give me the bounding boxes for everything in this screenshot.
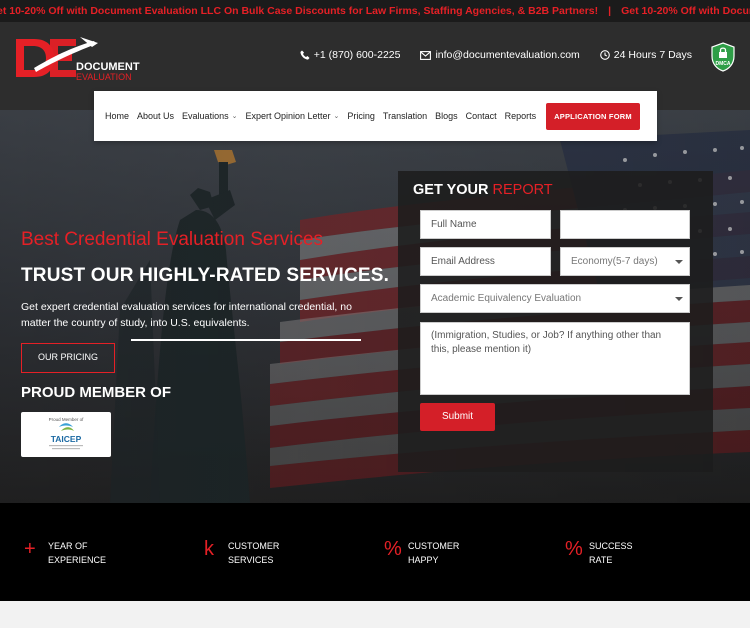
hero-divider bbox=[131, 339, 361, 341]
chevron-down-icon: ⌄ bbox=[231, 113, 238, 120]
stat-label-line: SUCCESS bbox=[589, 541, 633, 551]
evaluation-selected: Academic Equivalency Evaluation bbox=[431, 293, 582, 304]
stat-label-line: RATE bbox=[589, 555, 613, 565]
our-pricing-button[interactable]: OUR PRICING bbox=[21, 343, 115, 373]
nav-label: Evaluations bbox=[182, 111, 229, 121]
nav-reports[interactable]: Reports bbox=[505, 111, 537, 121]
phone-link[interactable]: +1 (870) 600-2225 bbox=[300, 49, 401, 61]
stats-bar: + YEAR OF EXPERIENCE k CUSTOMER SERVICES %… bbox=[0, 503, 750, 601]
hero-title: TRUST OUR HIGHLY-RATED SERVICES. bbox=[21, 265, 390, 286]
dmca-badge[interactable]: DMCA bbox=[711, 42, 735, 72]
hours-info: 24 Hours 7 Days bbox=[599, 49, 692, 61]
email-address: info@documentevaluation.com bbox=[435, 49, 580, 61]
nav-translation[interactable]: Translation bbox=[383, 111, 427, 121]
ticker-message: Get 10-20% Off with Document Evaluation … bbox=[621, 5, 750, 17]
nav-label: Contact bbox=[465, 111, 497, 121]
clock-icon bbox=[599, 50, 610, 60]
form-title-white: GET YOUR bbox=[413, 182, 489, 198]
stat-label: CUSTOMER SERVICES bbox=[228, 539, 279, 567]
stat-symbol: + bbox=[24, 538, 36, 560]
full-name-input[interactable]: Full Name bbox=[420, 210, 551, 239]
nav-label: About Us bbox=[137, 111, 175, 121]
ticker-message: et 10-20% Off with Document Evaluation L… bbox=[0, 5, 599, 17]
dmca-label: DMCA bbox=[716, 61, 731, 67]
stat-label-line: CUSTOMER bbox=[408, 541, 460, 551]
badge-name: TAICEP bbox=[51, 434, 82, 444]
turnaround-select[interactable]: Economy(5-7 days) bbox=[560, 247, 690, 276]
message-textarea[interactable]: (Immigration, Studies, or Job? If anythi… bbox=[420, 322, 690, 395]
chevron-down-icon: ⌄ bbox=[333, 113, 340, 120]
email-input[interactable]: Email Address bbox=[420, 247, 551, 276]
stat-symbol: % bbox=[384, 538, 402, 560]
turnaround-selected: Economy(5-7 days) bbox=[571, 256, 658, 267]
phone-icon bbox=[300, 50, 310, 60]
member-heading: PROUD MEMBER OF bbox=[21, 384, 171, 401]
application-form-button[interactable]: APPLICATION FORM bbox=[546, 102, 640, 130]
nav-expert-opinion-letter[interactable]: Expert Opinion Letter ⌄ bbox=[245, 111, 339, 121]
badge-caption: Proud Member of bbox=[49, 417, 85, 422]
form-title-red: REPORT bbox=[492, 182, 553, 198]
stat-label: SUCCESS RATE bbox=[589, 539, 633, 567]
nav-evaluations[interactable]: Evaluations ⌄ bbox=[182, 111, 237, 121]
hero-eyebrow: Best Credential Evaluation Services bbox=[21, 229, 324, 250]
nav-pricing[interactable]: Pricing bbox=[347, 111, 375, 121]
logo-text-bottom: EVALUATION bbox=[76, 72, 132, 81]
nav-label: Translation bbox=[382, 111, 428, 121]
stat-label: CUSTOMER HAPPY bbox=[408, 539, 459, 567]
nav-home[interactable]: Home bbox=[105, 111, 129, 121]
hero-section: Best Credential Evaluation Services TRUS… bbox=[0, 110, 750, 503]
submit-button[interactable]: Submit bbox=[420, 403, 495, 431]
nav-label: Home bbox=[105, 111, 130, 121]
email-link[interactable]: info@documentevaluation.com bbox=[420, 49, 580, 61]
nav-label: Expert Opinion Letter bbox=[245, 111, 331, 121]
taicep-member-badge[interactable]: Proud Member of TAICEP bbox=[21, 412, 111, 457]
hours-text: 24 Hours 7 Days bbox=[613, 49, 692, 61]
taicep-logo: Proud Member of TAICEP bbox=[49, 417, 85, 450]
ticker-separator: | bbox=[608, 5, 612, 17]
main-navigation: Home About Us Evaluations ⌄ Expert Opinio… bbox=[94, 91, 657, 141]
form-title: GET YOUR REPORT bbox=[413, 182, 553, 198]
nav-blogs[interactable]: Blogs bbox=[435, 111, 458, 121]
stat-symbol: % bbox=[565, 538, 583, 560]
stat-label-line: HAPPY bbox=[408, 555, 439, 565]
stat-success-rate: % SUCCESS RATE bbox=[565, 539, 633, 567]
stat-symbol: k bbox=[204, 538, 214, 560]
report-request-form: GET YOUR REPORT Full Name Email Address … bbox=[398, 171, 713, 472]
nav-label: Blogs bbox=[435, 111, 458, 121]
header-contacts: +1 (870) 600-2225 info@documentevaluatio… bbox=[280, 49, 692, 61]
stat-label-line: CUSTOMER bbox=[228, 541, 280, 551]
nav-contact[interactable]: Contact bbox=[466, 111, 497, 121]
nav-label: Pricing bbox=[347, 111, 375, 121]
promo-ticker: et 10-20% Off with Document Evaluation L… bbox=[0, 0, 750, 22]
stat-customer-services: k CUSTOMER SERVICES bbox=[204, 539, 279, 567]
site-logo[interactable]: DOCUMENT EVALUATION bbox=[14, 35, 144, 82]
stat-label-line: EXPERIENCE bbox=[48, 555, 107, 565]
second-input[interactable] bbox=[560, 210, 690, 239]
chevron-down-icon bbox=[675, 259, 683, 264]
chevron-down-icon bbox=[675, 296, 683, 301]
evaluation-type-select[interactable]: Academic Equivalency Evaluation bbox=[420, 284, 690, 313]
nav-about-us[interactable]: About Us bbox=[137, 111, 174, 121]
nav-label: Reports bbox=[504, 111, 537, 121]
stat-customer-happy: % CUSTOMER HAPPY bbox=[384, 539, 459, 567]
stat-experience: + YEAR OF EXPERIENCE bbox=[24, 539, 106, 567]
stat-label-line: YEAR OF bbox=[48, 541, 88, 551]
next-section-strip bbox=[0, 601, 750, 628]
logo-mark: DOCUMENT EVALUATION bbox=[16, 37, 140, 82]
stat-label-line: SERVICES bbox=[228, 555, 274, 565]
hero-description: Get expert credential evaluation service… bbox=[21, 301, 352, 329]
stat-label: YEAR OF EXPERIENCE bbox=[48, 539, 106, 567]
dmca-shield-icon: DMCA bbox=[711, 42, 735, 72]
phone-number: +1 (870) 600-2225 bbox=[313, 49, 401, 61]
envelope-icon bbox=[420, 50, 432, 60]
